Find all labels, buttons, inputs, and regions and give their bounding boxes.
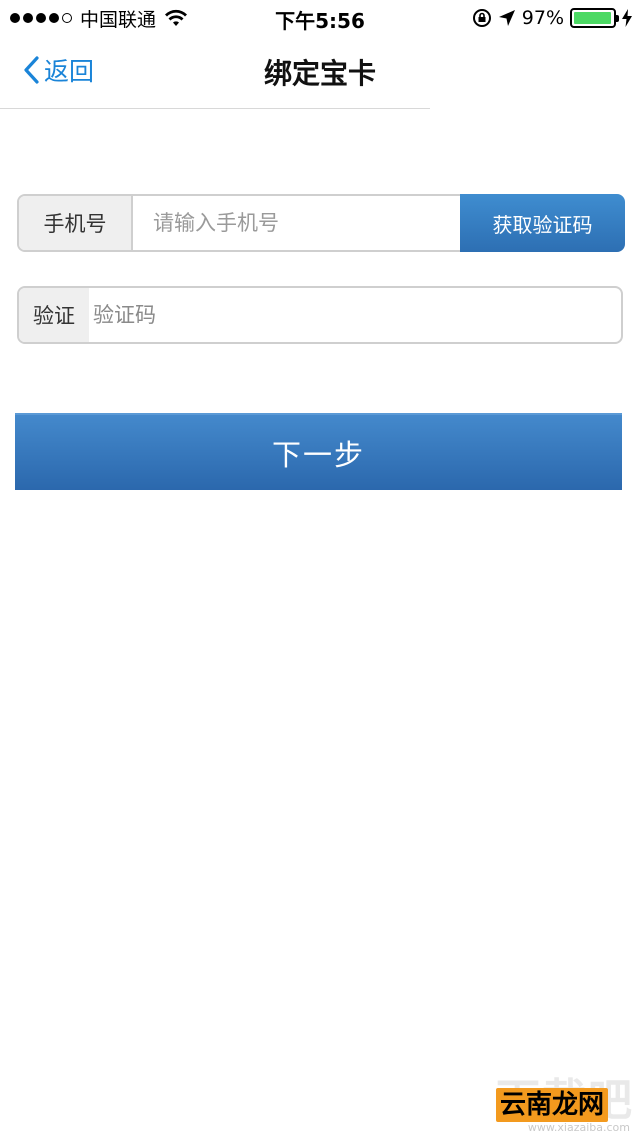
battery-level [574, 12, 611, 24]
battery-tip [616, 15, 619, 22]
battery-icon [570, 8, 619, 28]
code-label: 验证 [19, 288, 89, 342]
rotation-lock-icon [472, 9, 491, 27]
watermark-url: www.xiazaiba.com [527, 1121, 630, 1134]
nav-divider [0, 108, 430, 109]
code-input[interactable] [89, 288, 621, 342]
phone-label: 手机号 [19, 196, 133, 250]
charging-bolt-icon [622, 9, 632, 27]
page-title: 绑定宝卡 [263, 57, 376, 90]
navigation-bar: 返回 绑定宝卡 [0, 36, 640, 108]
status-bar: 中国联通 下午5:56 97% [0, 0, 640, 36]
code-field: 验证 [17, 286, 623, 344]
next-button[interactable]: 下一步 [15, 413, 622, 490]
battery-percent: 97% [521, 7, 564, 29]
watermark-logo: 云南龙网 [496, 1088, 609, 1122]
phone-field: 手机号 [17, 194, 460, 252]
phone-input[interactable] [133, 196, 460, 250]
watermark: 下载吧 云南龙网 www.xiazaiba.com [494, 1064, 634, 1134]
status-right: 97% [472, 6, 632, 30]
get-code-button[interactable]: 获取验证码 [460, 194, 625, 252]
location-arrow-icon [498, 10, 515, 26]
phone-row: 手机号 获取验证码 [17, 194, 625, 252]
